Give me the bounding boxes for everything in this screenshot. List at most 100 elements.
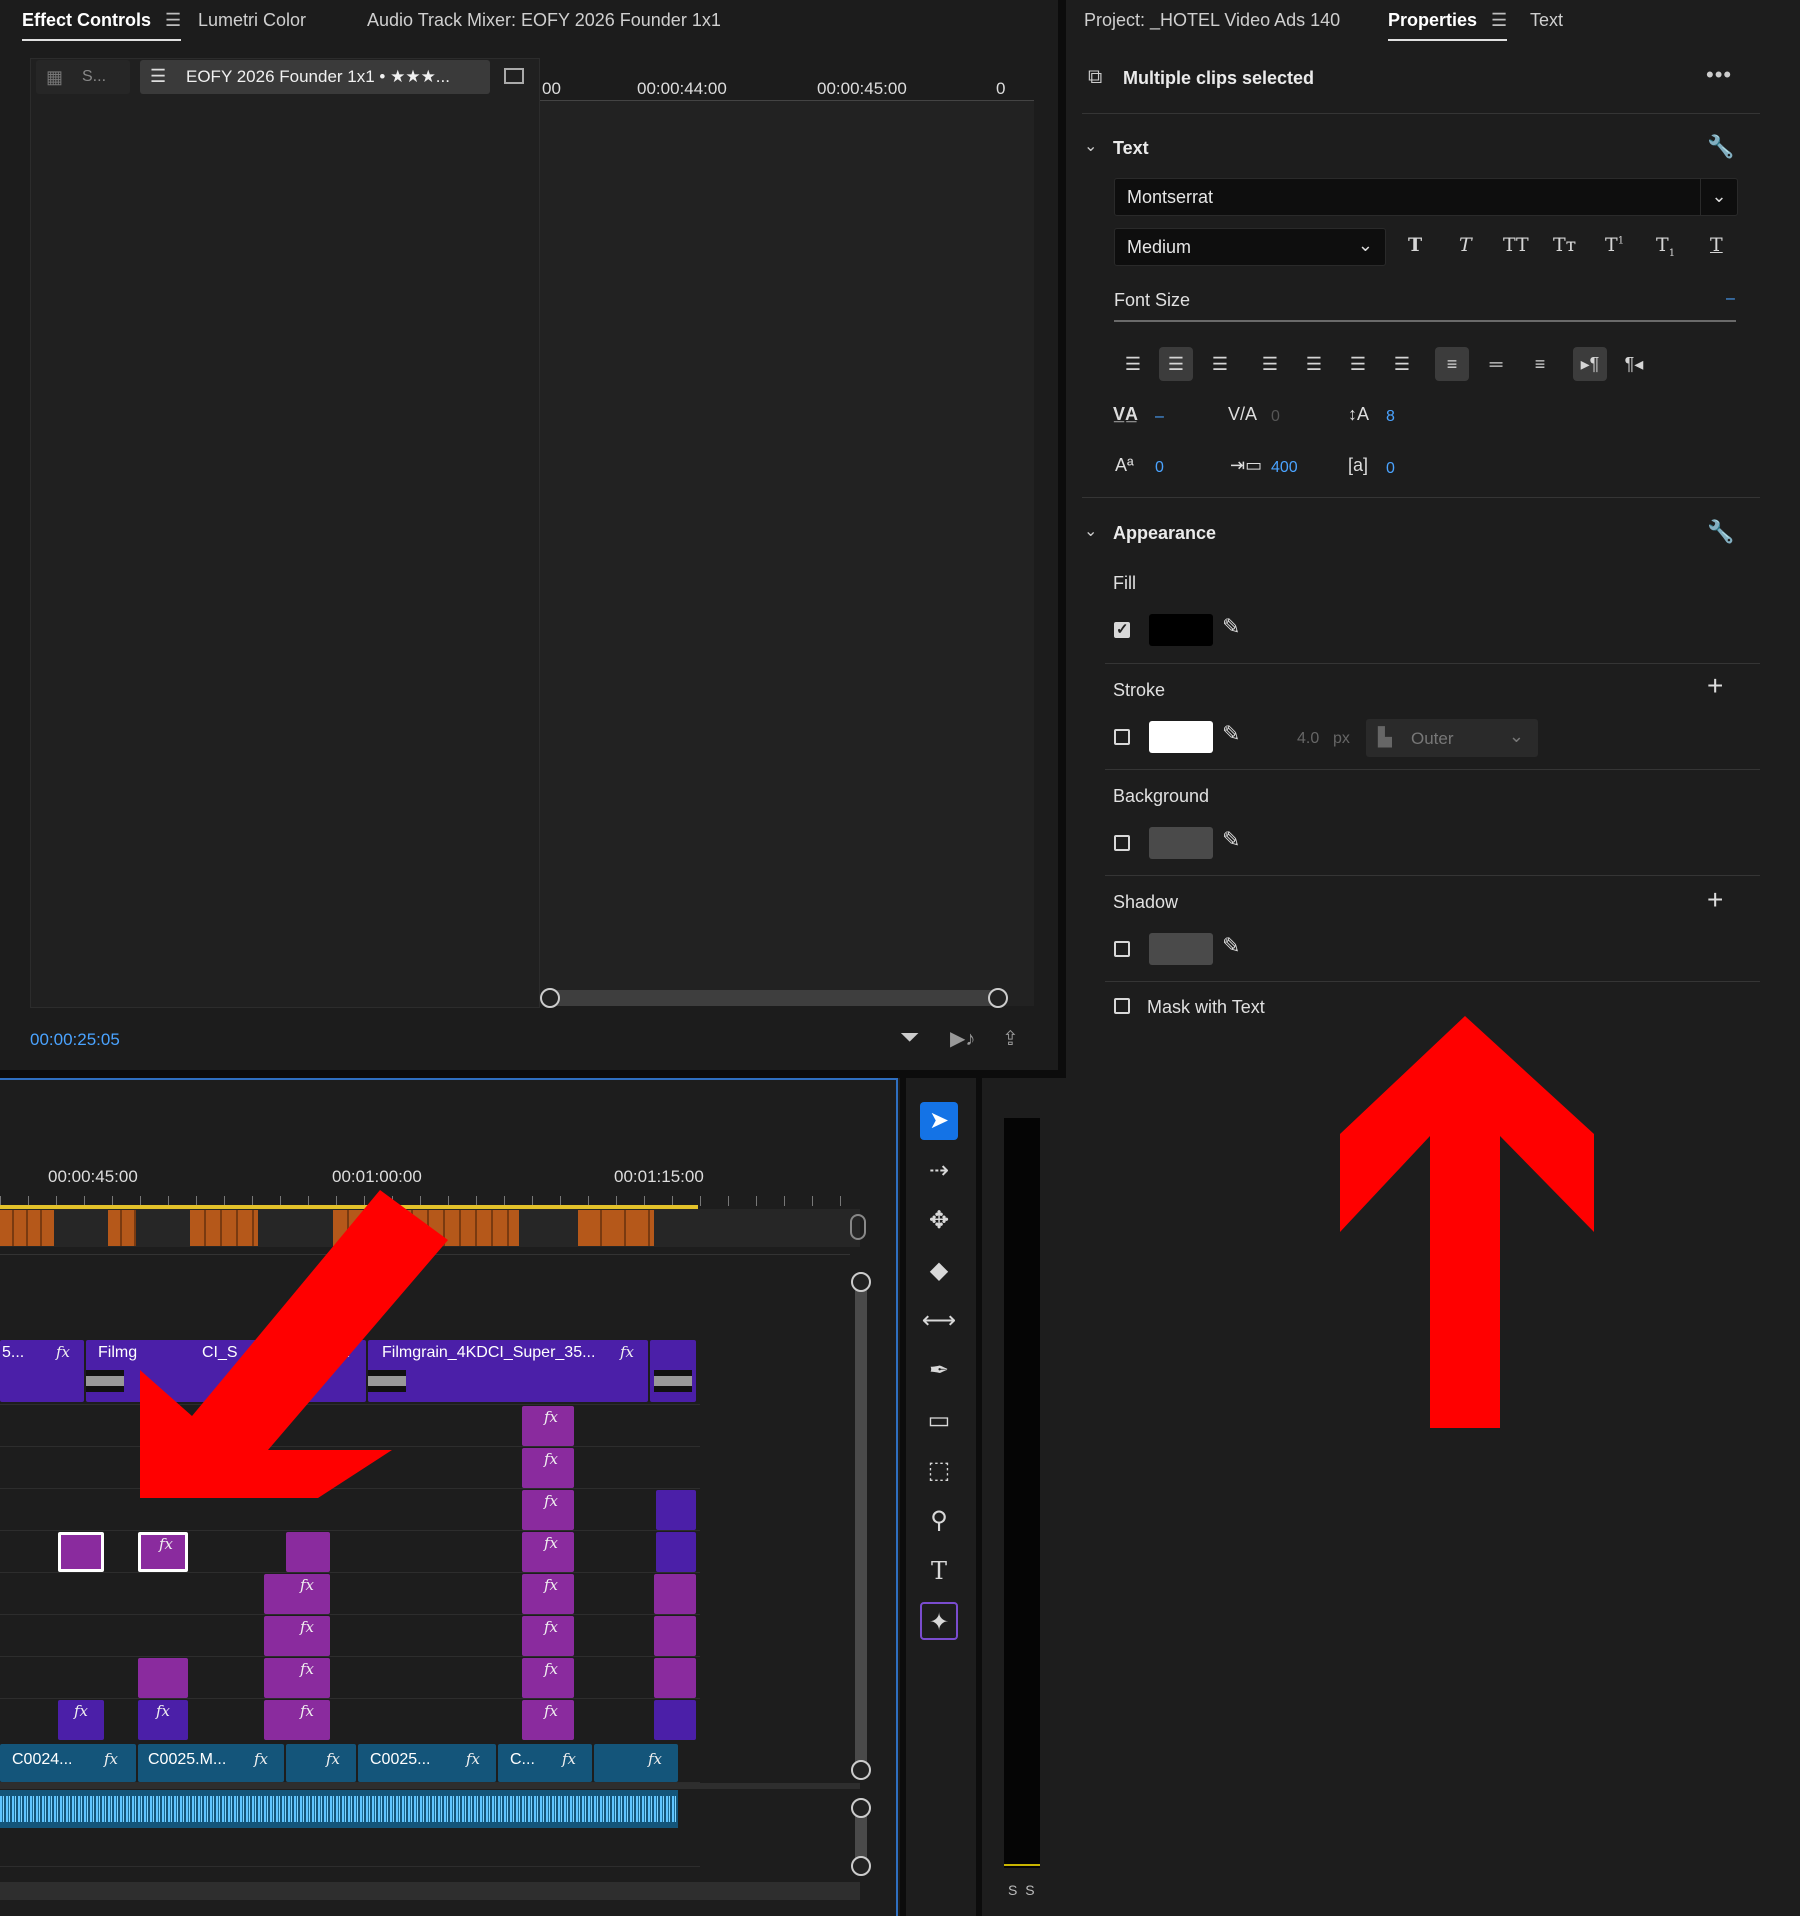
bold-icon[interactable]: T (1408, 234, 1422, 256)
align-center-icon[interactable]: ☰ (1159, 347, 1193, 381)
export-icon[interactable]: ⇪ (1002, 1026, 1019, 1051)
eyedropper-icon[interactable]: ✎ (1222, 721, 1240, 747)
generative-extend-tool-icon[interactable]: ✦ (920, 1602, 958, 1640)
clip-video[interactable]: fx (594, 1744, 678, 1782)
tab-project[interactable]: Project: _HOTEL Video Ads 140 (1084, 10, 1340, 31)
video-track-scrollbar[interactable] (855, 1280, 867, 1770)
clip-graphic[interactable] (656, 1532, 696, 1572)
clip-title[interactable]: fx (522, 1490, 574, 1530)
panel-toggle-icon[interactable] (504, 68, 524, 84)
tracking-value[interactable]: 400 (1271, 459, 1298, 477)
scroll-handle[interactable] (851, 1798, 871, 1818)
wrench-icon[interactable]: 🔧 (1707, 519, 1734, 545)
tracking-small-value[interactable]: 0 (1271, 408, 1280, 426)
font-size-slider[interactable] (1114, 320, 1736, 322)
more-options-icon[interactable]: ••• (1706, 62, 1732, 88)
add-stroke-icon[interactable]: + (1707, 670, 1723, 702)
chevron-down-icon[interactable]: ⌄ (1084, 136, 1097, 156)
clip-title[interactable]: fx (522, 1574, 574, 1614)
scroll-handle[interactable] (851, 1760, 871, 1780)
italic-icon[interactable]: T (1459, 234, 1472, 256)
menu-icon[interactable]: ☰ (165, 10, 181, 30)
eyedropper-icon[interactable]: ✎ (1222, 933, 1240, 959)
clip-title[interactable]: fx (522, 1616, 574, 1656)
clip-adjustment[interactable]: 5... fx (0, 1340, 84, 1402)
align-right-icon[interactable]: ☰ (1203, 347, 1237, 381)
meter-solo-labels[interactable]: S S (1008, 1882, 1037, 1898)
clip-graphic[interactable] (654, 1700, 696, 1740)
rectangle-tool-icon[interactable]: ▭ (920, 1402, 958, 1440)
wrench-icon[interactable]: 🔧 (1707, 134, 1734, 160)
baseline-shift-value[interactable]: 0 (1155, 459, 1164, 477)
shadow-checkbox[interactable] (1114, 941, 1130, 957)
track-select-tool-icon[interactable]: ⇢ (920, 1152, 958, 1190)
underline-icon[interactable]: T (1710, 234, 1723, 256)
scroll-handle[interactable] (851, 1856, 871, 1876)
scroll-handle-left[interactable] (540, 988, 560, 1008)
justify-all-icon[interactable]: ☰ (1385, 347, 1419, 381)
scroll-lock-icon[interactable] (850, 1214, 866, 1240)
align-middle-icon[interactable]: ═ (1479, 347, 1513, 381)
source-chip[interactable]: ▦ S... (36, 60, 130, 94)
clip-title[interactable] (654, 1658, 696, 1698)
clip-title[interactable]: fx (264, 1700, 330, 1740)
tab-audio-track-mixer[interactable]: Audio Track Mixer: EOFY 2026 Founder 1x1 (367, 10, 721, 31)
stroke-checkbox[interactable] (1114, 729, 1130, 745)
all-caps-icon[interactable]: TT (1503, 234, 1529, 256)
subscript-icon[interactable]: T1 (1656, 234, 1675, 259)
zoom-tool-icon[interactable]: ⚲ (920, 1502, 958, 1540)
selection-tool-icon[interactable]: ➤ (920, 1102, 958, 1140)
hand-tool-icon[interactable]: ⬚ (920, 1452, 958, 1490)
rtl-direction-icon[interactable]: ¶◂ (1617, 347, 1651, 381)
zoom-scrollbar[interactable] (548, 990, 998, 1006)
clip-title-selected[interactable]: fx (138, 1532, 188, 1572)
clip-graphic[interactable] (656, 1490, 696, 1530)
play-audio-icon[interactable]: ▶♪ (950, 1026, 975, 1051)
clip-video[interactable]: C0025... fx (358, 1744, 496, 1782)
clip-graphic[interactable]: fx (138, 1700, 188, 1740)
clip-title[interactable] (286, 1532, 330, 1572)
timecode[interactable]: 00:00:25:05 (30, 1030, 120, 1050)
sequence-chip[interactable]: ☰ EOFY 2026 Founder 1x1 • ★★★... (140, 60, 490, 94)
align-top-icon[interactable]: ≡ (1435, 347, 1469, 381)
tab-properties[interactable]: Properties ☰ (1388, 10, 1508, 41)
clip-title[interactable]: fx (264, 1616, 330, 1656)
fill-checkbox[interactable] (1114, 620, 1130, 638)
clip-video[interactable]: C... fx (498, 1744, 592, 1782)
tab-text[interactable]: Text (1530, 10, 1563, 31)
clip-title[interactable]: fx (522, 1406, 574, 1446)
font-size-value[interactable]: – (1726, 290, 1735, 308)
font-weight-dropdown[interactable]: Medium ⌄ (1114, 228, 1386, 266)
clip-title-selected[interactable] (58, 1532, 104, 1572)
slip-tool-icon[interactable]: ⟷ (920, 1302, 958, 1340)
scroll-handle-right[interactable] (988, 988, 1008, 1008)
clip-title[interactable]: fx (522, 1700, 574, 1740)
clip-adjustment[interactable] (650, 1340, 696, 1402)
tab-effect-controls[interactable]: Effect Controls ☰ (22, 10, 182, 41)
small-caps-icon[interactable]: Tт (1553, 234, 1576, 256)
justify-left-icon[interactable]: ☰ (1253, 347, 1287, 381)
clip-title[interactable]: fx (264, 1658, 330, 1698)
clip-video[interactable]: fx (286, 1744, 356, 1782)
razor-tool-icon[interactable]: ◆ (920, 1252, 958, 1290)
scroll-handle[interactable] (851, 1272, 871, 1292)
horizontal-scrollbar[interactable] (0, 1882, 860, 1900)
tsume-value[interactable]: 0 (1386, 460, 1395, 478)
justify-center-icon[interactable]: ☰ (1297, 347, 1331, 381)
background-checkbox[interactable] (1114, 835, 1130, 851)
menu-icon[interactable]: ☰ (1491, 10, 1507, 30)
stroke-type-dropdown[interactable]: ▙ Outer ⌄ (1366, 719, 1538, 757)
align-bottom-icon[interactable]: ≡ (1523, 347, 1557, 381)
clip-title[interactable]: fx (264, 1574, 330, 1614)
add-shadow-icon[interactable]: + (1707, 884, 1723, 916)
shadow-swatch[interactable] (1149, 933, 1213, 965)
type-tool-icon[interactable]: T (920, 1552, 958, 1590)
eyedropper-icon[interactable]: ✎ (1222, 827, 1240, 853)
eyedropper-icon[interactable]: ✎ (1222, 614, 1240, 640)
clip-video[interactable]: C0024... fx (0, 1744, 136, 1782)
font-family-dropdown[interactable]: Montserrat ⌄ (1114, 178, 1738, 216)
mask-with-text-checkbox[interactable] (1114, 998, 1130, 1014)
chevron-down-icon[interactable]: ⌄ (1084, 521, 1097, 541)
align-left-icon[interactable]: ☰ (1116, 347, 1150, 381)
fill-swatch[interactable] (1149, 614, 1213, 646)
